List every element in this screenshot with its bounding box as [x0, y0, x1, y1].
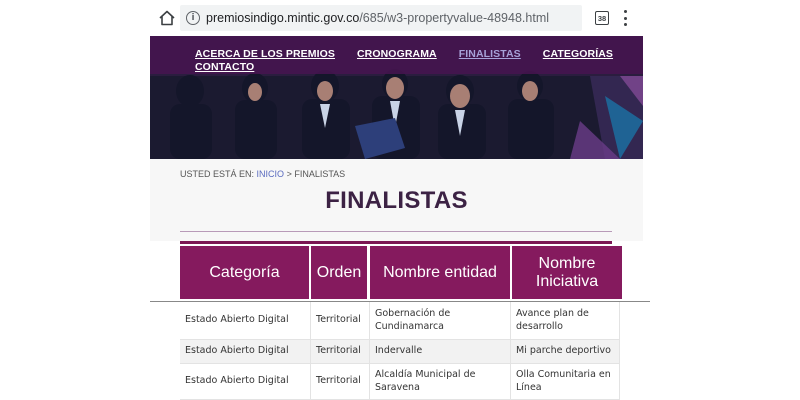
tabs-count: 38	[597, 13, 607, 23]
table-top-strip	[180, 241, 612, 244]
url-path: /685/w3-propertyvalue-48948.html	[359, 11, 550, 25]
table-cell: Mi parche deportivo	[511, 340, 620, 364]
table-cell: Avance plan de desarrollo	[511, 302, 620, 340]
left-gutter	[0, 0, 150, 400]
table-cell: Territorial	[311, 364, 370, 400]
table-cell: Alcaldía Municipal de Saravena	[370, 364, 511, 400]
table-cell: Indervalle	[370, 340, 511, 364]
hero-banner: ACERCA DE LOS PREMIOS CRONOGRAMA FINALIS…	[150, 36, 643, 159]
home-icon[interactable]	[158, 9, 176, 27]
finalists-table: Categoría Orden Nombre entidad Nombre In…	[150, 241, 650, 400]
table-cell: Estado Abierto Digital	[180, 302, 311, 340]
header-nombre-entidad: Nombre entidad	[370, 246, 510, 299]
header-nombre-iniciativa: Nombre Iniciativa	[512, 246, 622, 299]
info-icon[interactable]: i	[186, 11, 200, 25]
page-title: FINALISTAS	[325, 187, 468, 214]
breadcrumb-separator: >	[286, 169, 292, 179]
nav-item-finalistas[interactable]: FINALISTAS	[459, 48, 521, 60]
breadcrumb-home-link[interactable]: INICIO	[257, 169, 285, 179]
nav-item-contacto[interactable]: CONTACTO	[195, 61, 254, 73]
nav-item-categorias[interactable]: CATEGORÍAS	[543, 48, 613, 60]
table-cell: Territorial	[311, 340, 370, 364]
header-categoria: Categoría	[180, 246, 309, 299]
tabs-count-icon[interactable]: 38	[595, 11, 609, 25]
table-cell: Gobernación de Cundinamarca	[370, 302, 511, 340]
breadcrumb-current: FINALISTAS	[294, 169, 346, 179]
more-menu-icon[interactable]	[622, 10, 628, 26]
table-cell: Territorial	[311, 302, 370, 340]
address-bar[interactable]: i premiosindigo.mintic.gov.co/685/w3-pro…	[180, 5, 582, 31]
breadcrumb-prefix: USTED ESTÁ EN:	[180, 169, 255, 179]
browser-toolbar: i premiosindigo.mintic.gov.co/685/w3-pro…	[150, 0, 650, 36]
content-area: USTED ESTÁ EN: INICIO > FINALISTAS FINAL…	[150, 159, 643, 241]
nav-item-cronograma[interactable]: CRONOGRAMA	[357, 48, 437, 60]
nav-item-acerca[interactable]: ACERCA DE LOS PREMIOS	[195, 48, 335, 60]
header-orden: Orden	[311, 246, 367, 299]
title-divider	[180, 231, 612, 232]
url-host: premiosindigo.mintic.gov.co	[206, 11, 360, 25]
table-cell: Estado Abierto Digital	[180, 364, 311, 400]
table-cell: Estado Abierto Digital	[180, 340, 311, 364]
main-nav: ACERCA DE LOS PREMIOS CRONOGRAMA FINALIS…	[195, 48, 615, 73]
breadcrumb: USTED ESTÁ EN: INICIO > FINALISTAS	[180, 169, 345, 179]
table-cell: Olla Comunitaria en Línea	[511, 364, 620, 400]
url-text[interactable]: premiosindigo.mintic.gov.co/685/w3-prope…	[206, 11, 549, 25]
